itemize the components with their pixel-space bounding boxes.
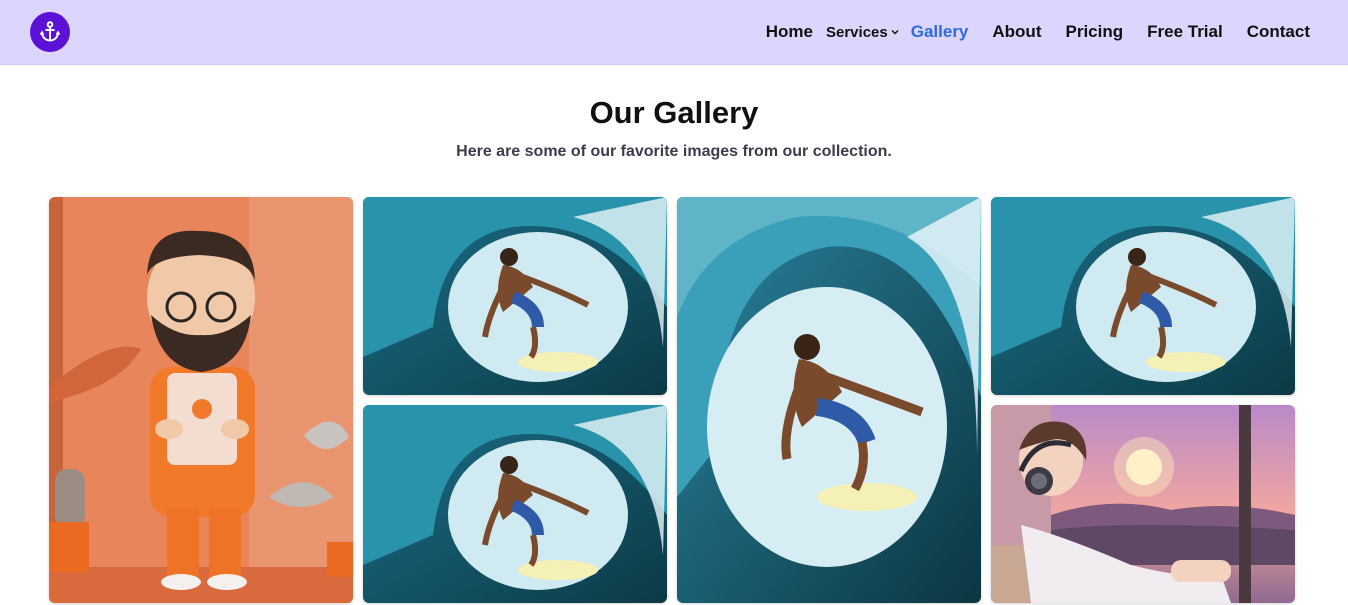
nav-about[interactable]: About [992,22,1041,42]
nav-gallery[interactable]: Gallery [911,22,969,42]
chevron-down-icon [891,29,899,35]
gallery-image-cartoon-man[interactable] [49,197,353,603]
page-title: Our Gallery [589,95,759,130]
surfer-image [991,197,1295,395]
gallery-image-surfer-1[interactable] [363,197,667,395]
nav-pricing[interactable]: Pricing [1065,22,1123,42]
nav-services-label: Services [826,23,888,41]
page-subtitle: Here are some of our favorite images fro… [456,143,892,160]
main-nav: Home Services Gallery About Pricing Free… [766,0,1310,64]
nav-home[interactable]: Home [766,22,813,42]
nav-contact[interactable]: Contact [1247,22,1310,42]
logo[interactable] [30,12,70,52]
anime-sunset-image [991,405,1295,603]
anchor-icon [39,21,61,42]
cartoon-man-image [49,197,353,603]
nav-free-trial[interactable]: Free Trial [1147,22,1223,42]
surfer-image [677,197,981,603]
surfer-image [363,197,667,395]
gallery-image-anime-sunset[interactable] [991,405,1295,603]
gallery-image-surfer-2[interactable] [363,405,667,603]
nav-services[interactable]: Services [826,24,899,41]
gallery-image-surfer-3[interactable] [677,197,981,603]
navbar: Home Services Gallery About Pricing Free… [0,0,1348,65]
gallery-image-surfer-4[interactable] [991,197,1295,395]
surfer-image [363,405,667,603]
